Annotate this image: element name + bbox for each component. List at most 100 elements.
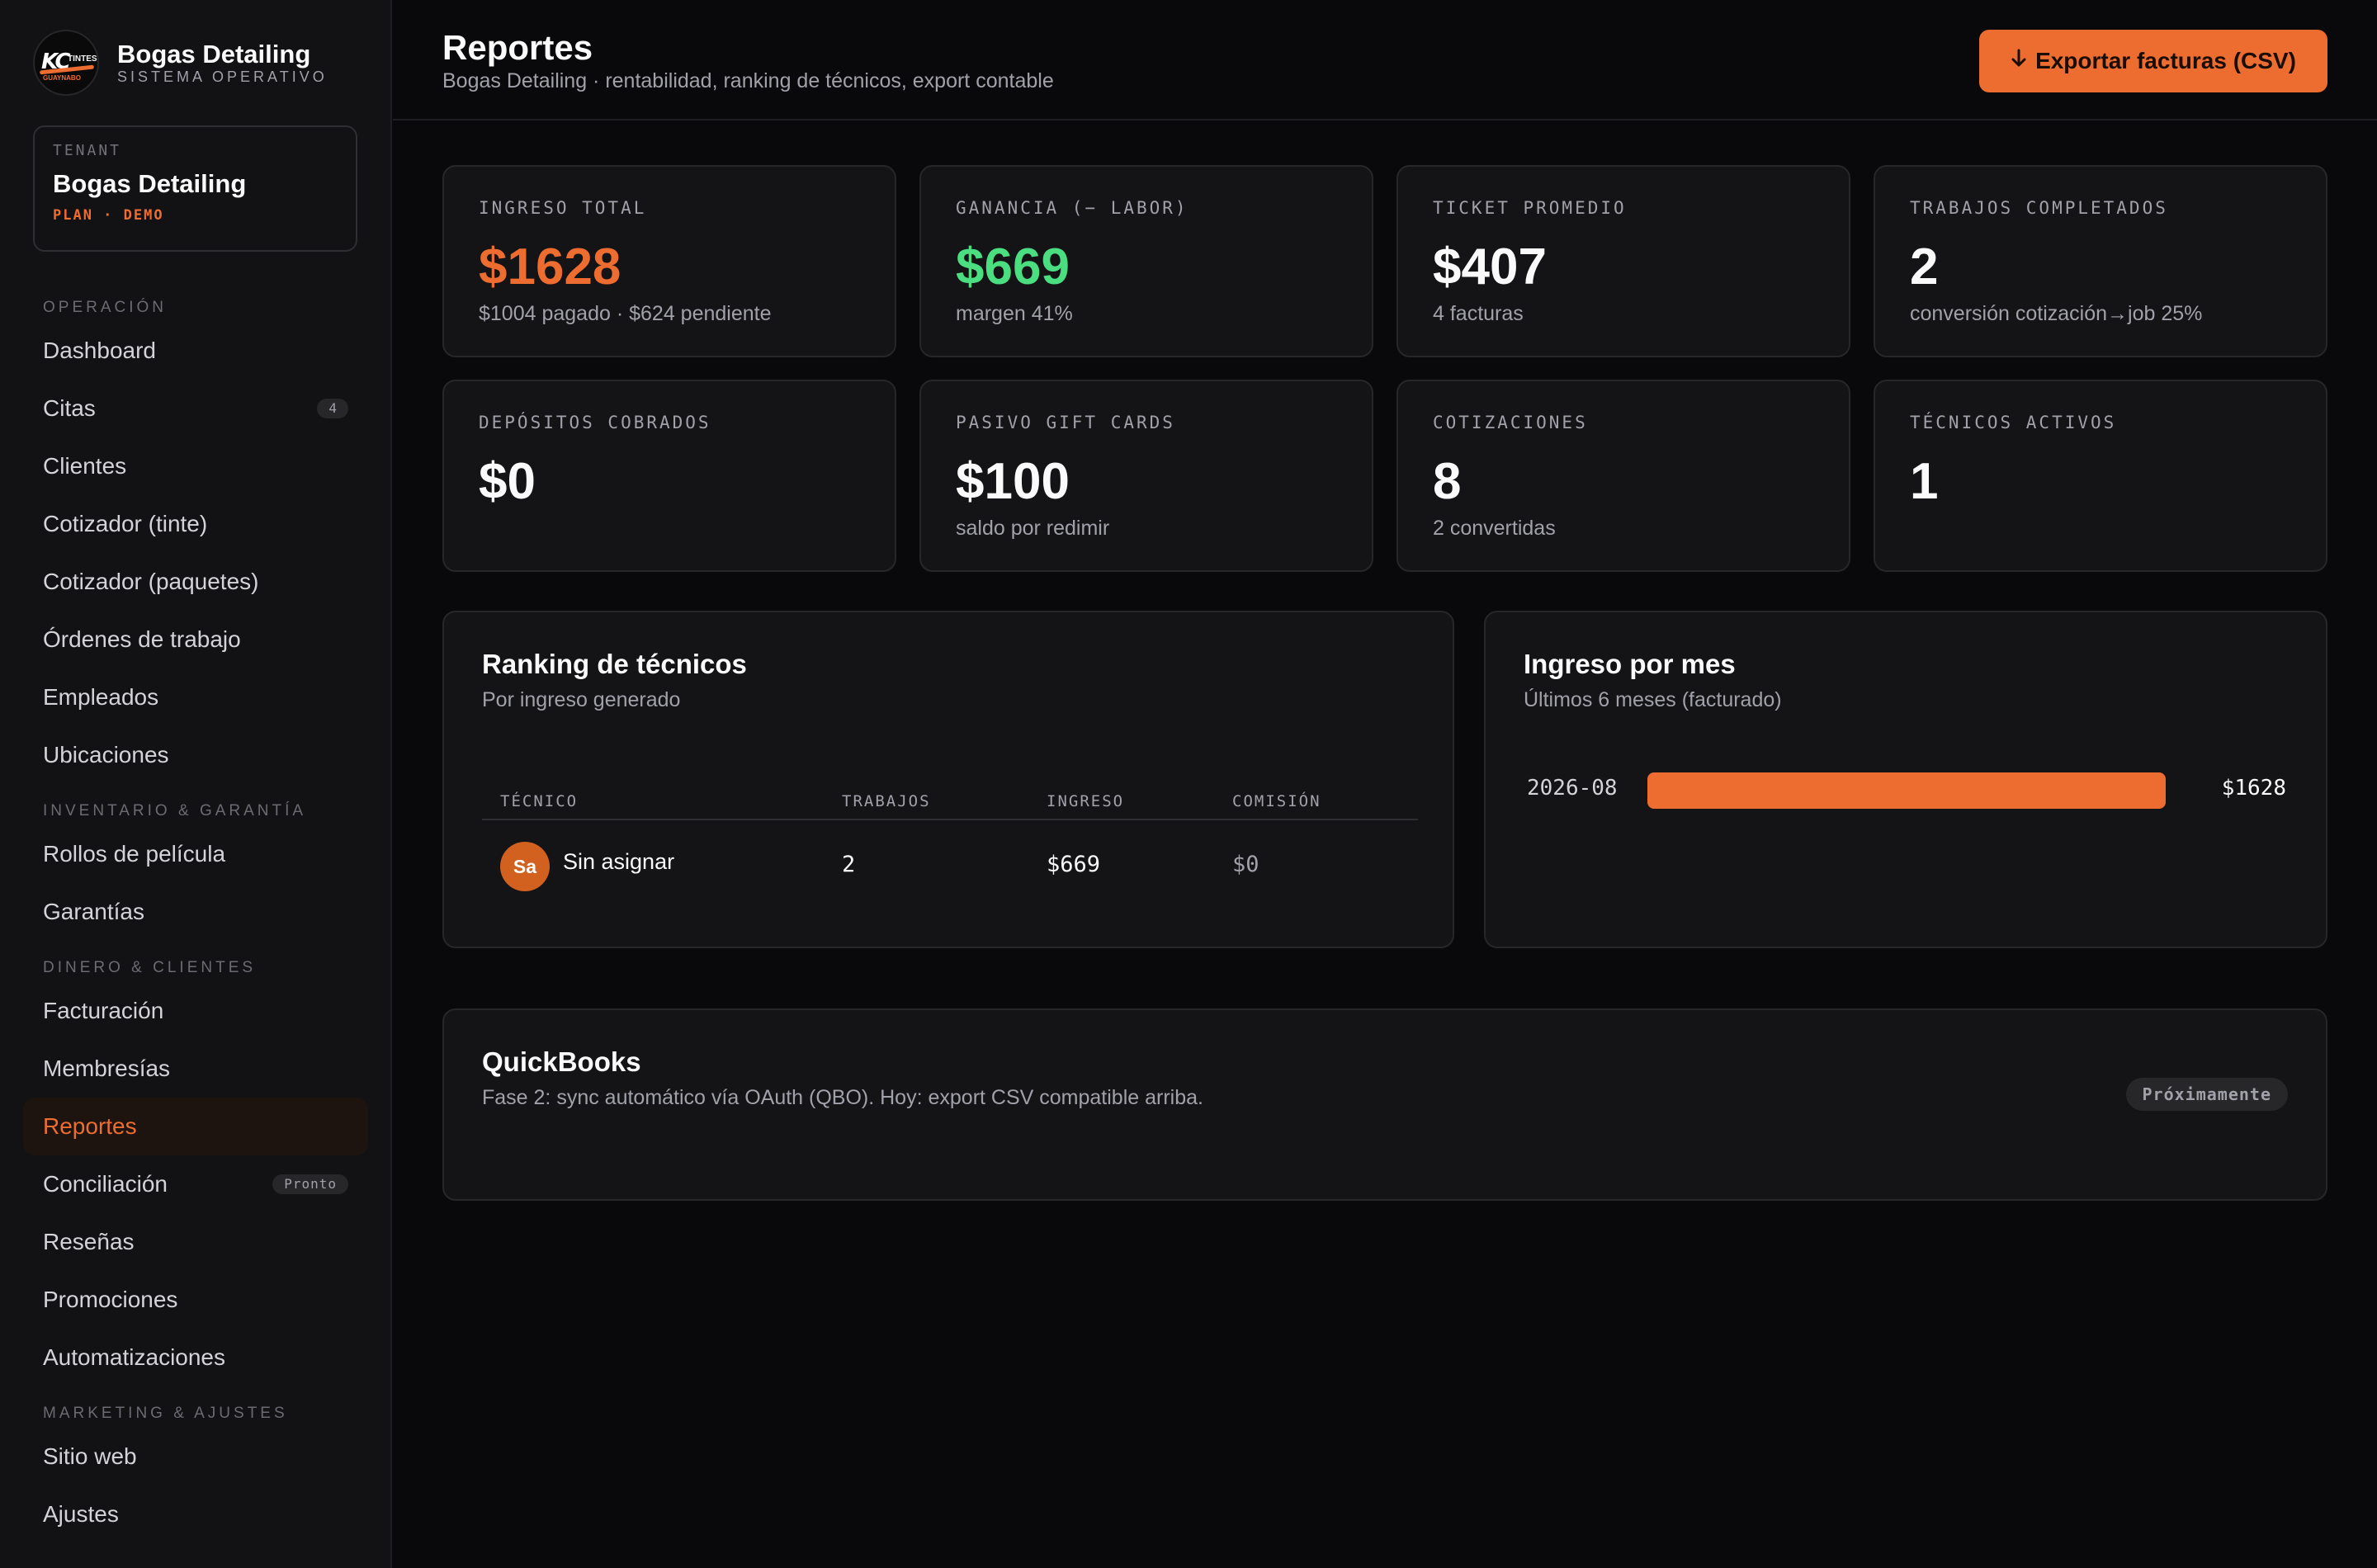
ranking-title: Ranking de técnicos xyxy=(482,649,747,679)
kpi-subtext: margen 41% xyxy=(956,302,1073,325)
bar-value-label: $1628 xyxy=(2221,776,2286,801)
kpi-card: TÉCNICOS ACTIVOS 1 xyxy=(1874,380,2327,572)
sidebar-item-membresias[interactable]: Membresías xyxy=(23,1040,368,1098)
kpi-subtext: 2 convertidas xyxy=(1433,517,1556,540)
top-bar: Reportes Bogas Detailing · rentabilidad,… xyxy=(393,0,2377,120)
kpi-label: INGRESO TOTAL xyxy=(479,198,647,218)
kpi-subtext: conversión cotización→job 25% xyxy=(1910,302,2203,325)
nav-section-title: INVENTARIO & GARANTÍA xyxy=(43,802,307,819)
kpi-card: INGRESO TOTAL $1628 $1004 pagado · $624 pe… xyxy=(442,165,896,357)
sidebar-item-label: Membresías xyxy=(43,1056,171,1081)
kpi-value: $407 xyxy=(1433,239,1547,295)
sidebar: KC TINTES GUAYNABO Bogas Detailing SISTE… xyxy=(0,0,392,1568)
sidebar-item-label: Reseñas xyxy=(43,1229,135,1254)
sidebar-item-label: Cotizador (tinte) xyxy=(43,511,208,536)
sidebar-item-label: Sitio web xyxy=(43,1443,137,1469)
tenant-name: Bogas Detailing xyxy=(53,169,247,198)
arrow-down-icon xyxy=(2011,48,2027,74)
sidebar-item-label: Automatizaciones xyxy=(43,1344,226,1370)
kpi-subtext: 4 facturas xyxy=(1433,302,1524,325)
kpi-card: PASIVO GIFT CARDS $100 saldo por redimir xyxy=(919,380,1373,572)
nav-badge: Pronto xyxy=(272,1174,348,1194)
kpi-card: DEPÓSITOS COBRADOS $0 xyxy=(442,380,896,572)
sidebar-item-ajustes[interactable]: Ajustes xyxy=(23,1485,368,1543)
brand[interactable]: KC TINTES GUAYNABO Bogas Detailing SISTE… xyxy=(33,30,328,96)
sidebar-item-reportes[interactable]: Reportes xyxy=(23,1098,368,1155)
nav-section-title: DINERO & CLIENTES xyxy=(43,959,257,976)
sidebar-item-empleados[interactable]: Empleados xyxy=(23,668,368,726)
sidebar-item-cotizador-tinte[interactable]: Cotizador (tinte) xyxy=(23,495,368,553)
kpi-label: TICKET PROMEDIO xyxy=(1433,198,1627,218)
sidebar-item-label: Rollos de película xyxy=(43,841,226,867)
sidebar-item-facturacion[interactable]: Facturación xyxy=(23,982,368,1040)
sidebar-nav: OPERACIÓN Dashboard Citas 4 Clientes Cotizado… xyxy=(23,281,368,1543)
sidebar-item-label: Reportes xyxy=(43,1113,137,1139)
revenue-bar xyxy=(1647,772,2166,809)
column-header-revenue[interactable]: INGRESO xyxy=(1047,792,1124,810)
nav-badge: 4 xyxy=(317,399,348,418)
kpi-subtext: $1004 pagado · $624 pendiente xyxy=(479,302,772,325)
technician-name: Sin asignar xyxy=(563,849,675,874)
table-divider xyxy=(482,819,1418,820)
sidebar-item-citas[interactable]: Citas 4 xyxy=(23,380,368,437)
technician-jobs: 2 xyxy=(842,852,856,877)
column-header-commission[interactable]: COMISIÓN xyxy=(1232,792,1321,810)
brand-logo: KC TINTES GUAYNABO xyxy=(33,30,99,96)
tenant-label: TENANT xyxy=(53,142,122,159)
sidebar-item-automatizaciones[interactable]: Automatizaciones xyxy=(23,1329,368,1386)
sidebar-item-clientes[interactable]: Clientes xyxy=(23,437,368,495)
kpi-value: 2 xyxy=(1910,239,1939,295)
column-header-jobs[interactable]: TRABAJOS xyxy=(842,792,931,810)
quickbooks-title: QuickBooks xyxy=(482,1046,641,1077)
sidebar-item-ubicaciones[interactable]: Ubicaciones xyxy=(23,726,368,784)
logo-tint: TINTES xyxy=(68,54,97,64)
sidebar-item-label: Cotizador (paquetes) xyxy=(43,569,259,594)
tenant-switcher[interactable]: TENANT Bogas Detailing PLAN · DEMO xyxy=(33,125,357,252)
sidebar-item-garantias[interactable]: Garantías xyxy=(23,883,368,941)
sidebar-item-label: Facturación xyxy=(43,998,164,1023)
sidebar-item-label: Empleados xyxy=(43,684,159,710)
sidebar-item-label: Ajustes xyxy=(43,1501,119,1527)
ranking-panel: Ranking de técnicos Por ingreso generado… xyxy=(442,611,1454,948)
sidebar-item-dashboard[interactable]: Dashboard xyxy=(23,322,368,380)
technician-revenue: $669 xyxy=(1047,852,1101,877)
sidebar-item-label: Citas xyxy=(43,395,96,421)
sidebar-item-promociones[interactable]: Promociones xyxy=(23,1271,368,1329)
column-header-technician[interactable]: TÉCNICO xyxy=(500,792,578,810)
quickbooks-description: Fase 2: sync automático vía OAuth (QBO).… xyxy=(482,1086,1203,1109)
kpi-label: DEPÓSITOS COBRADOS xyxy=(479,413,711,432)
ranking-subtitle: Por ingreso generado xyxy=(482,688,681,711)
nav-section-title: OPERACIÓN xyxy=(43,299,168,316)
quickbooks-panel: QuickBooks Fase 2: sync automático vía O… xyxy=(442,1008,2327,1201)
export-invoices-button[interactable]: Exportar facturas (CSV) xyxy=(1979,30,2327,92)
sidebar-item-label: Órdenes de trabajo xyxy=(43,626,241,652)
sidebar-item-cotizador-paquetes[interactable]: Cotizador (paquetes) xyxy=(23,553,368,611)
sidebar-item-rollos-de-pelicula[interactable]: Rollos de película xyxy=(23,825,368,883)
kpi-label: GANANCIA (− LABOR) xyxy=(956,198,1188,218)
kpi-value: $0 xyxy=(479,453,536,510)
coming-soon-badge: Próximamente xyxy=(2125,1078,2288,1111)
kpi-card: TRABAJOS COMPLETADOS 2 conversión cotizaci… xyxy=(1874,165,2327,357)
kpi-value: $100 xyxy=(956,453,1070,510)
tenant-plan: PLAN · DEMO xyxy=(53,207,164,224)
sidebar-item-conciliacion[interactable]: Conciliación Pronto xyxy=(23,1155,368,1213)
sidebar-item-resenas[interactable]: Reseñas xyxy=(23,1213,368,1271)
export-button-label: Exportar facturas (CSV) xyxy=(2035,48,2296,73)
kpi-value: $1628 xyxy=(479,239,621,295)
sidebar-item-ordenes-de-trabajo[interactable]: Órdenes de trabajo xyxy=(23,611,368,668)
sidebar-item-label: Conciliación xyxy=(43,1171,168,1197)
sidebar-item-label: Clientes xyxy=(43,453,127,479)
page-subtitle: Bogas Detailing · rentabilidad, ranking … xyxy=(442,69,1054,92)
sidebar-item-label: Ubicaciones xyxy=(43,742,169,767)
bar-month-label: 2026-08 xyxy=(1527,776,1618,801)
sidebar-item-label: Dashboard xyxy=(43,338,156,363)
kpi-label: TRABAJOS COMPLETADOS xyxy=(1910,198,2168,218)
monthly-revenue-panel: Ingreso por mes Últimos 6 meses (factura… xyxy=(1484,611,2327,948)
nav-section-title: MARKETING & AJUSTES xyxy=(43,1405,288,1422)
technician-commission: $0 xyxy=(1232,852,1259,877)
brand-name: Bogas Detailing xyxy=(117,40,311,68)
sidebar-item-sitio-web[interactable]: Sitio web xyxy=(23,1428,368,1485)
monthly-title: Ingreso por mes xyxy=(1524,649,1736,679)
sidebar-item-label: Garantías xyxy=(43,899,144,924)
kpi-label: PASIVO GIFT CARDS xyxy=(956,413,1175,432)
